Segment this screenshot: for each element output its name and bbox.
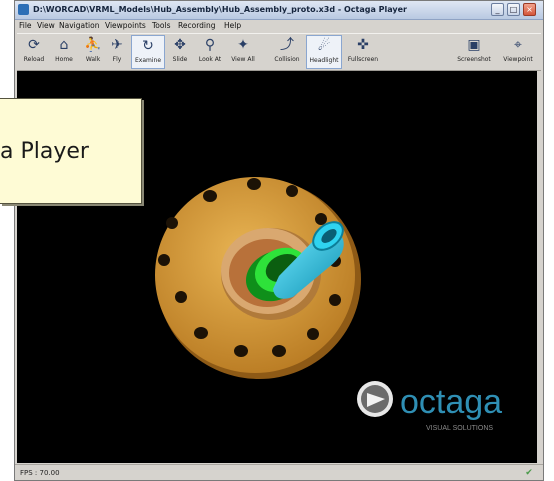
home-label: Home [55, 56, 73, 63]
fullscreen-icon: ✜ [357, 37, 369, 53]
status-bar: FPS : 70.00 ✔ [15, 464, 543, 481]
fullscreen-label: Fullscreen [347, 56, 379, 63]
slide-icon: ✥ [174, 37, 186, 53]
collision-label: Collision [274, 56, 300, 63]
examine-label: Examine [134, 57, 162, 64]
walk-button[interactable]: ⛹ Walk [81, 35, 105, 69]
fps-readout: FPS : 70.00 [20, 469, 60, 477]
collision-icon: ⤴ [280, 37, 294, 53]
menu-navigation[interactable]: Navigation [59, 20, 99, 32]
reload-label: Reload [23, 56, 45, 63]
maximize-button[interactable]: □ [507, 3, 520, 16]
fullscreen-button[interactable]: ✜ Fullscreen [345, 35, 381, 69]
octaga-logo-text: octaga [400, 383, 502, 421]
look-at-label: Look At [198, 56, 222, 63]
resize-grip-icon[interactable]: ✔ [523, 467, 535, 479]
slide-label: Slide [172, 56, 188, 63]
screenshot-icon: ▣ [467, 37, 481, 53]
callout-box: a Player [0, 98, 142, 204]
view-all-icon: ✦ [237, 37, 249, 53]
title-bar[interactable]: D:\WORCAD\VRML_Models\Hub_Assembly\Hub_A… [15, 1, 543, 20]
close-button[interactable]: × [523, 3, 536, 16]
home-button[interactable]: ⌂ Home [50, 35, 78, 69]
reload-button[interactable]: ⟳ Reload [19, 35, 49, 69]
viewpoint-icon: ⌖ [514, 37, 522, 53]
menu-bar: File View Navigation Viewpoints Tools Re… [15, 20, 543, 32]
menu-tools[interactable]: Tools [152, 20, 170, 32]
look-at-button[interactable]: ⚲ Look At [195, 35, 225, 69]
walk-icon: ⛹ [84, 37, 102, 53]
walk-label: Walk [85, 56, 101, 63]
app-icon [18, 4, 29, 15]
examine-icon: ↻ [142, 38, 154, 54]
menu-viewpoints[interactable]: Viewpoints [105, 20, 146, 32]
look-at-icon: ⚲ [204, 37, 216, 53]
screenshot-label: Screenshot [457, 56, 491, 63]
menu-help[interactable]: Help [224, 20, 241, 32]
reload-icon: ⟳ [28, 37, 40, 53]
fly-label: Fly [112, 56, 122, 63]
callout-text: a Player [0, 139, 89, 164]
viewpoint-label: Viewpoint [503, 56, 533, 63]
view-all-label: View All [231, 56, 255, 63]
minimize-button[interactable]: _ [491, 3, 504, 16]
home-icon: ⌂ [59, 37, 69, 53]
headlight-button[interactable]: ☄ Headlight [306, 35, 342, 69]
viewpoint-button[interactable]: ⌖ Viewpoint [499, 35, 537, 69]
fly-icon: ✈ [111, 37, 123, 53]
fly-button[interactable]: ✈ Fly [106, 35, 128, 69]
menu-recording[interactable]: Recording [178, 20, 216, 32]
view-all-button[interactable]: ✦ View All [227, 35, 259, 69]
toolbar: ⟳ Reload ⌂ Home ⛹ Walk ✈ Fly ↻ Examine ✥… [17, 33, 541, 71]
slide-button[interactable]: ✥ Slide [167, 35, 193, 69]
window-title: D:\WORCAD\VRML_Models\Hub_Assembly\Hub_A… [33, 5, 407, 14]
octaga-tagline: VISUAL SOLUTIONS [426, 425, 493, 432]
menu-file[interactable]: File [19, 20, 32, 32]
examine-button[interactable]: ↻ Examine [131, 35, 165, 69]
screenshot-button[interactable]: ▣ Screenshot [453, 35, 495, 69]
headlight-label: Headlight [309, 57, 339, 64]
menu-view[interactable]: View [37, 20, 55, 32]
collision-button[interactable]: ⤴ Collision [270, 35, 304, 69]
octaga-player-window: D:\WORCAD\VRML_Models\Hub_Assembly\Hub_A… [14, 0, 544, 481]
octaga-logo: octaga VISUAL SOLUTIONS [357, 381, 502, 432]
headlight-icon: ☄ [317, 38, 331, 54]
